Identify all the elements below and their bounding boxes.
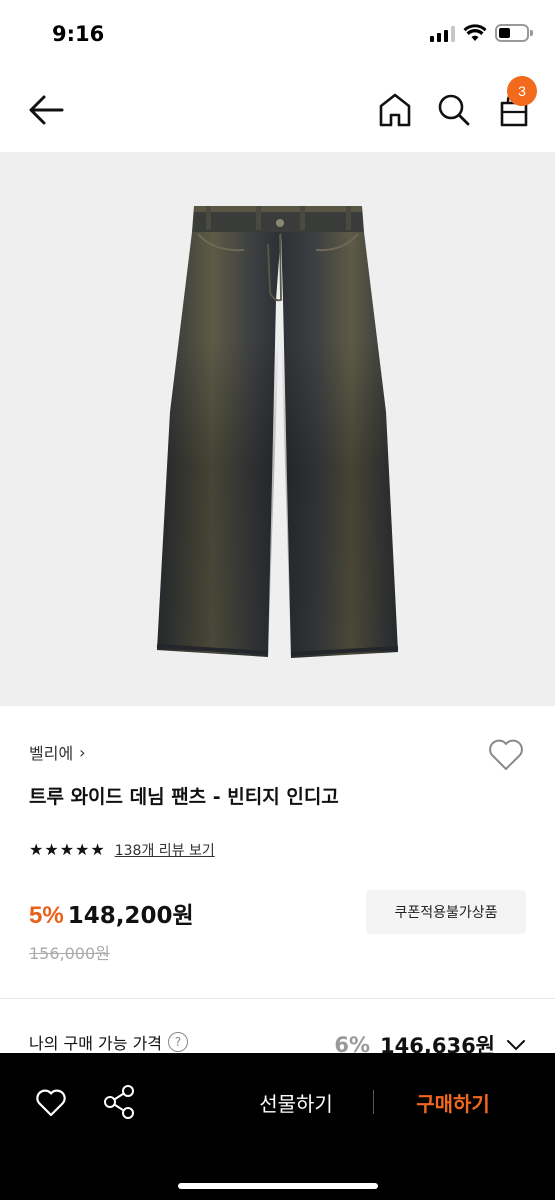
- cellular-signal-icon: [430, 25, 455, 42]
- original-price: 156,000원: [29, 944, 110, 963]
- battery-icon: [495, 24, 533, 42]
- product-title: 트루 와이드 데님 팬츠 - 빈티지 인디고: [29, 786, 339, 808]
- cart-count-badge: 3: [507, 76, 537, 106]
- section-divider: [0, 998, 555, 999]
- back-button[interactable]: [26, 92, 66, 128]
- review-link[interactable]: 138개 리뷰 보기: [115, 840, 215, 860]
- heart-icon: [36, 1089, 66, 1117]
- star-icon: ★: [29, 840, 44, 859]
- wifi-icon: [463, 24, 487, 41]
- home-indicator: [178, 1183, 378, 1189]
- search-button[interactable]: [434, 90, 474, 130]
- star-icon: ★: [44, 840, 59, 859]
- brand-name: 벨리에: [29, 744, 74, 763]
- bottom-wishlist-button[interactable]: [34, 1085, 68, 1119]
- share-icon: [104, 1085, 134, 1119]
- home-button[interactable]: [376, 90, 414, 130]
- search-icon: [438, 94, 470, 126]
- product-image[interactable]: [0, 152, 555, 706]
- sale-price: 148,200원: [67, 903, 194, 929]
- heart-icon: [489, 739, 523, 770]
- status-time: 9:16: [52, 22, 105, 46]
- arrow-left-icon: [29, 95, 64, 125]
- star-icon: ★: [75, 840, 90, 859]
- status-bar: 9:16: [0, 0, 555, 70]
- my-price-label: 나의 구매 가능 가격: [29, 1034, 163, 1053]
- gift-button[interactable]: 선물하기: [240, 1085, 352, 1119]
- discount-rate: 5%: [29, 902, 64, 929]
- rating-stars: ★ ★ ★ ★ ★: [29, 842, 105, 858]
- bottom-action-bar: 선물하기 구매하기: [0, 1053, 555, 1200]
- brand-link[interactable]: 벨리에 ›: [29, 740, 86, 764]
- my-price-label-row: 나의 구매 가능 가격 ?: [29, 1030, 189, 1054]
- wishlist-button[interactable]: [486, 734, 526, 774]
- price-row: 5% 148,200원: [29, 896, 194, 930]
- coupon-button[interactable]: 쿠폰적용불가상품: [366, 890, 526, 934]
- star-icon: ★: [59, 840, 75, 859]
- chevron-right-icon: ›: [79, 742, 86, 762]
- star-icon: ★: [90, 840, 105, 859]
- status-icons: [430, 24, 533, 42]
- buy-button[interactable]: 구매하기: [396, 1085, 510, 1119]
- rating-row: ★ ★ ★ ★ ★ 138개 리뷰 보기: [29, 840, 215, 860]
- denim-pants-image: [156, 206, 399, 658]
- share-button[interactable]: [102, 1083, 138, 1121]
- help-icon[interactable]: ?: [168, 1032, 189, 1052]
- bottom-bar-divider: [373, 1090, 374, 1114]
- home-icon: [379, 93, 411, 127]
- top-nav-bar: 3: [0, 70, 555, 152]
